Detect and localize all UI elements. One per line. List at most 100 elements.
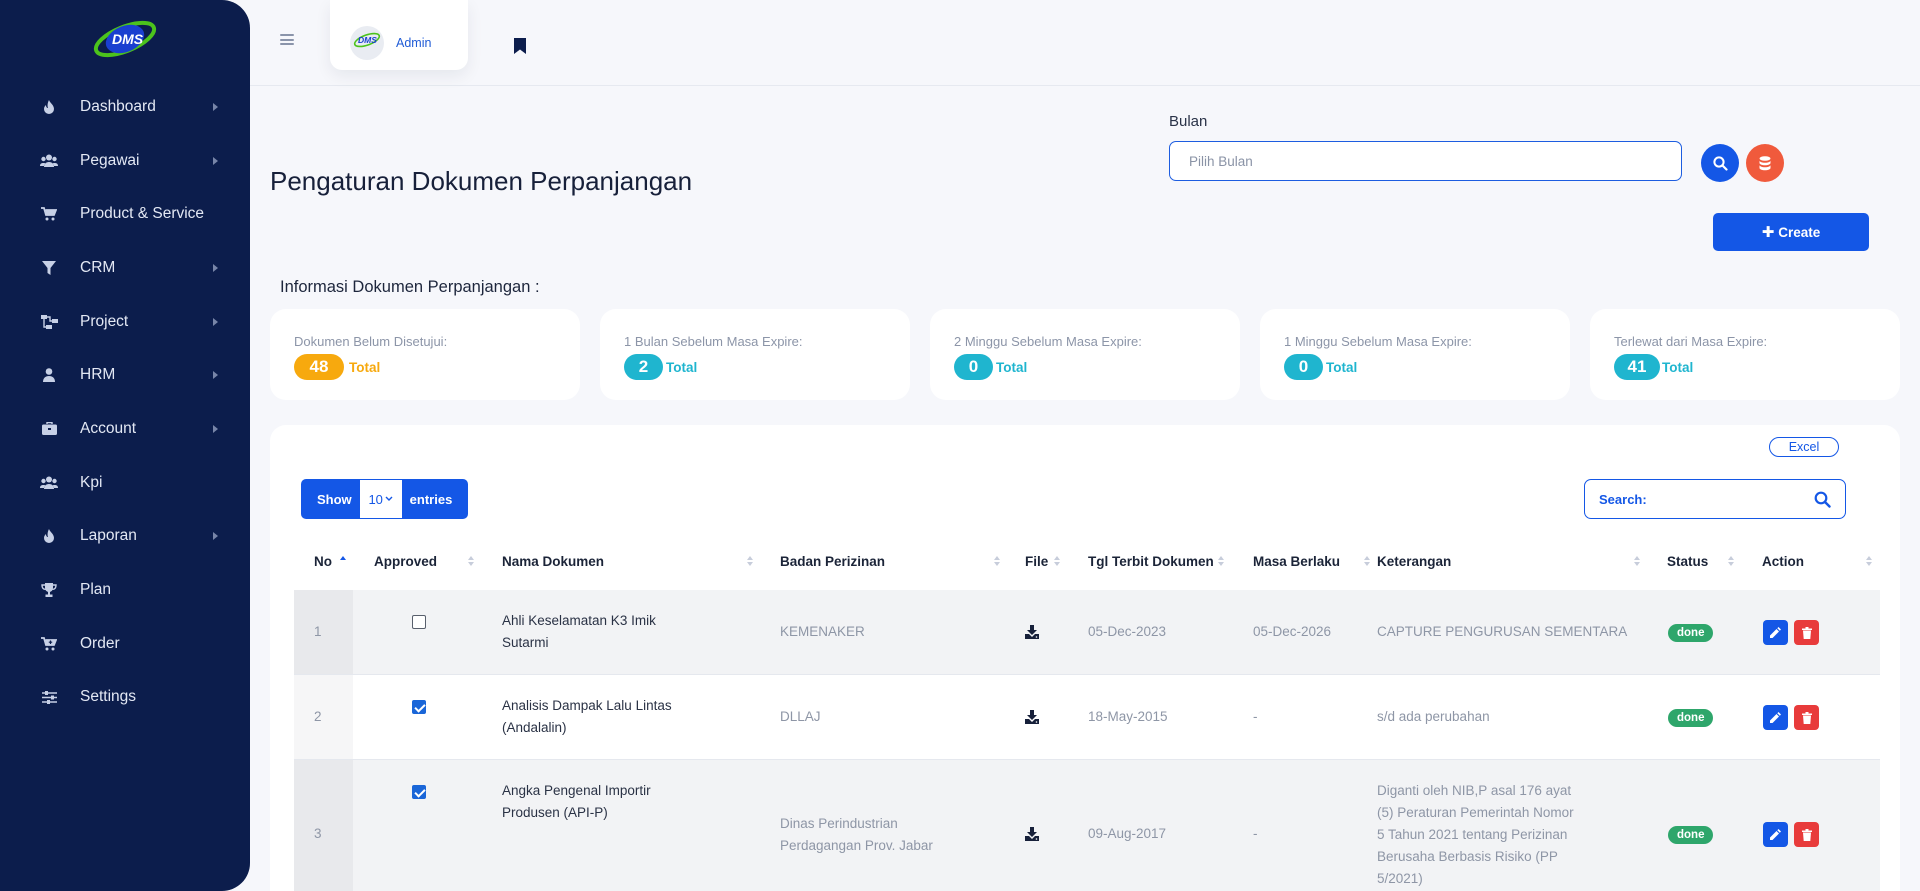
- export-excel-button[interactable]: Excel: [1769, 437, 1839, 457]
- column-header-nama-dokumen[interactable]: Nama Dokumen: [502, 543, 604, 579]
- column-header-file[interactable]: File: [1025, 543, 1048, 579]
- row-no: 2: [314, 709, 322, 724]
- sidebar-item-product-service[interactable]: Product & Service: [0, 187, 250, 241]
- table-header: No Approved Nama Dokumen Badan Perizinan…: [294, 543, 1876, 579]
- sidebar-item-kpi[interactable]: Kpi: [0, 456, 250, 510]
- dms-logo[interactable]: DMS: [92, 16, 158, 62]
- trophy-icon: [40, 581, 58, 599]
- column-header-tgl-terbit[interactable]: Tgl Terbit Dokumen: [1088, 543, 1214, 579]
- edit-button[interactable]: [1763, 620, 1788, 645]
- trash-icon: [1801, 626, 1812, 639]
- chevron-down-icon: [385, 496, 393, 501]
- user-icon: [40, 366, 58, 384]
- chevron-right-icon: [213, 263, 218, 272]
- download-icon[interactable]: [1025, 827, 1039, 841]
- svg-text:DMS: DMS: [358, 35, 377, 45]
- row-nama-dokumen: Angka Pengenal Importir Produsen (API-P): [502, 783, 651, 820]
- trash-icon: [1801, 711, 1812, 724]
- card-count-badge: 0: [954, 354, 993, 380]
- sort-icon: [1364, 556, 1371, 567]
- sidebar-item-laporan[interactable]: Laporan: [0, 510, 250, 564]
- download-icon[interactable]: [1025, 625, 1039, 639]
- sidebar-item-label: HRM: [80, 366, 116, 384]
- row-badan-perizinan: KEMENAKER: [780, 624, 865, 639]
- card-count-badge: 48: [294, 354, 344, 380]
- edit-button[interactable]: [1763, 822, 1788, 847]
- pencil-icon: [1770, 712, 1781, 723]
- delete-button[interactable]: [1794, 822, 1819, 847]
- entries-length-select[interactable]: 10: [359, 480, 402, 518]
- chevron-right-icon: [213, 532, 218, 541]
- column-header-status[interactable]: Status: [1667, 543, 1708, 579]
- row-no: 1: [314, 624, 322, 639]
- summary-card-1-month: 1 Bulan Sebelum Masa Expire: 2 Total: [600, 309, 910, 400]
- entries-value: 10: [368, 491, 383, 507]
- sidebar-item-order[interactable]: Order: [0, 617, 250, 671]
- sidebar-nav: Dashboard Pegawai Product & Service CRM …: [0, 80, 250, 724]
- search-button[interactable]: [1701, 144, 1739, 182]
- user-menu[interactable]: DMS Admin: [330, 0, 468, 70]
- column-header-masa-berlaku[interactable]: Masa Berlaku: [1253, 543, 1340, 579]
- reset-database-button[interactable]: [1746, 144, 1784, 182]
- hamburger-menu-icon[interactable]: [280, 34, 294, 45]
- row-tgl-terbit: 05-Dec-2023: [1088, 624, 1167, 639]
- row-nama-dokumen: Ahli Keselamatan K3 Imik Sutarmi: [502, 613, 656, 650]
- sidebar-item-label: CRM: [80, 258, 116, 276]
- sidebar-item-label: Plan: [80, 581, 112, 599]
- row-tgl-terbit: 18-May-2015: [1088, 709, 1168, 724]
- sort-icon: [1728, 556, 1735, 567]
- status-badge: done: [1668, 826, 1714, 844]
- create-button[interactable]: ✚ Create: [1713, 213, 1869, 251]
- summary-card-pending: Dokumen Belum Disetujui: 48 Total: [270, 309, 580, 400]
- chevron-right-icon: [213, 371, 218, 380]
- approved-checkbox[interactable]: [412, 615, 426, 629]
- row-masa-berlaku: -: [1253, 826, 1258, 841]
- edit-button[interactable]: [1763, 705, 1788, 730]
- sidebar-item-account[interactable]: Account: [0, 402, 250, 456]
- card-total-label: Total: [1662, 360, 1694, 375]
- column-header-approved[interactable]: Approved: [374, 543, 437, 579]
- cart-plus-icon: [40, 635, 58, 653]
- sidebar-item-label: Order: [80, 634, 120, 652]
- bookmark-icon[interactable]: [514, 38, 526, 54]
- column-header-no[interactable]: No: [314, 543, 332, 579]
- column-header-badan-perizinan[interactable]: Badan Perizinan: [780, 543, 885, 579]
- chevron-right-icon: [213, 317, 218, 326]
- plus-icon: ✚: [1761, 224, 1775, 241]
- row-nama-dokumen: Analisis Dampak Lalu Lintas (Andalalin): [502, 698, 672, 735]
- sort-icon: [747, 556, 754, 567]
- sort-icon: [1054, 556, 1061, 567]
- sidebar-item-crm[interactable]: CRM: [0, 241, 250, 295]
- sliders-icon: [40, 688, 58, 706]
- card-count-badge: 0: [1284, 354, 1323, 380]
- column-header-keterangan[interactable]: Keterangan: [1377, 543, 1451, 579]
- sidebar-item-plan[interactable]: Plan: [0, 563, 250, 617]
- card-count-badge: 41: [1614, 354, 1660, 380]
- approved-checkbox[interactable]: [412, 785, 426, 799]
- sort-icon: [994, 556, 1001, 567]
- dms-logo-icon: DMS: [353, 32, 381, 48]
- table-search-input[interactable]: Search:: [1584, 479, 1846, 519]
- entries-suffix: entries: [409, 491, 453, 507]
- summary-card-1-week: 1 Minggu Sebelum Masa Expire: 0 Total: [1260, 309, 1570, 400]
- sort-icon: [1866, 556, 1873, 567]
- sidebar-item-dashboard[interactable]: Dashboard: [0, 80, 250, 134]
- sidebar-item-pegawai[interactable]: Pegawai: [0, 134, 250, 188]
- sidebar-item-project[interactable]: Project: [0, 295, 250, 349]
- search-label: Search:: [1599, 492, 1647, 507]
- sidebar-item-label: Project: [80, 312, 129, 330]
- summary-card-expired: Terlewat dari Masa Expire: 41 Total: [1590, 309, 1900, 400]
- sidebar-item-hrm[interactable]: HRM: [0, 348, 250, 402]
- row-masa-berlaku: -: [1253, 709, 1258, 724]
- approved-checkbox[interactable]: [412, 700, 426, 714]
- fire-icon: [40, 98, 58, 116]
- delete-button[interactable]: [1794, 705, 1819, 730]
- trash-icon: [1801, 828, 1812, 841]
- download-icon[interactable]: [1025, 710, 1039, 724]
- sidebar-item-settings[interactable]: Settings: [0, 671, 250, 725]
- month-picker-input[interactable]: [1169, 141, 1682, 181]
- row-no: 3: [314, 826, 322, 841]
- info-section-title: Informasi Dokumen Perpanjangan :: [280, 278, 540, 296]
- database-icon: [1759, 155, 1771, 170]
- delete-button[interactable]: [1794, 620, 1819, 645]
